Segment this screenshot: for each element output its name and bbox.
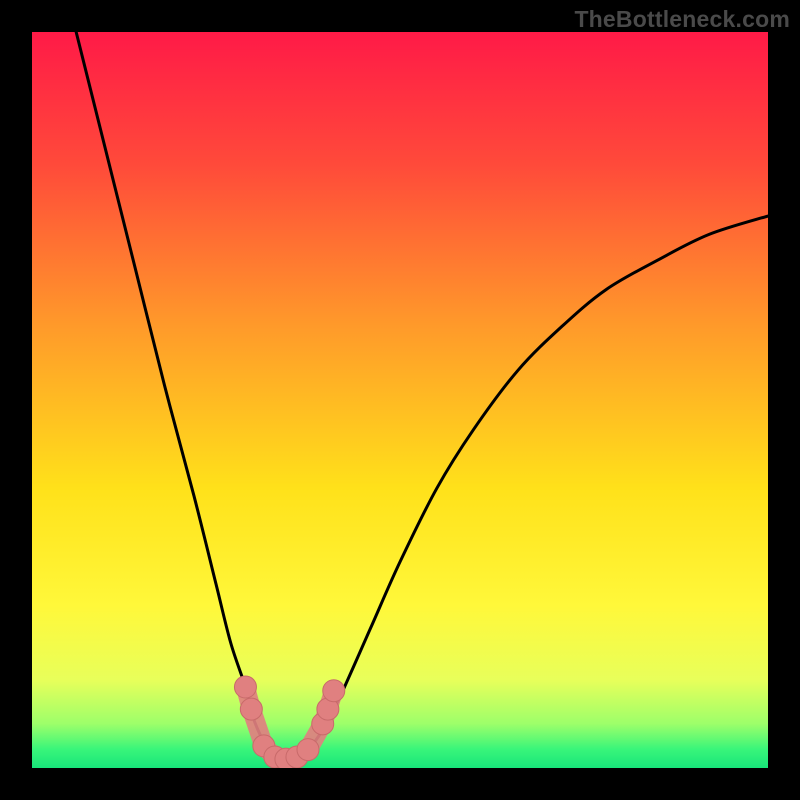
curve-marker	[297, 739, 319, 761]
gradient-background	[32, 32, 768, 768]
outer-frame: TheBottleneck.com	[0, 0, 800, 800]
bottleneck-chart	[32, 32, 768, 768]
plot-area	[32, 32, 768, 768]
curve-marker	[240, 698, 262, 720]
curve-marker	[323, 680, 345, 702]
curve-marker	[234, 676, 256, 698]
watermark-text: TheBottleneck.com	[574, 6, 790, 33]
